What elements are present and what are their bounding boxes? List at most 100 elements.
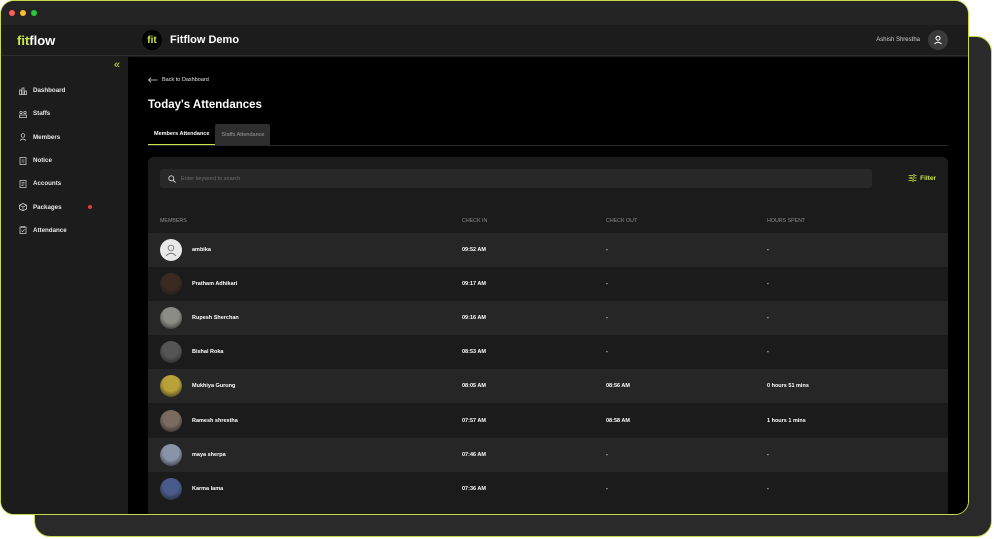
column-header-check-in[interactable]: CHECK IN	[462, 218, 606, 224]
back-label: Back to Dashboard	[162, 77, 209, 83]
member-name: Karma lama	[192, 485, 224, 492]
hours-spent-cell: 0 hours 51 mins	[767, 383, 809, 390]
org-name: Fitflow Demo	[170, 34, 240, 46]
attendance-icon	[19, 226, 27, 235]
hours-spent-cell: -	[767, 247, 769, 254]
search-input[interactable]	[181, 175, 481, 182]
user-menu[interactable]: Ashish Shrestha	[876, 30, 948, 50]
collapse-sidebar-icon[interactable]: «	[114, 59, 120, 71]
member-name: Mukhiya Gurung	[192, 383, 236, 390]
table-row[interactable]: Ramesh shrestha 07:57 AM 08:58 AM 1 hours 1…	[148, 403, 948, 438]
tab-staffs-attendance[interactable]: Staffs Attendance	[215, 124, 271, 145]
avatar[interactable]	[160, 239, 182, 262]
hours-spent-cell: -	[767, 451, 769, 458]
member-name: ambika	[192, 247, 211, 254]
user-name: Ashish Shrestha	[876, 37, 920, 43]
member-cell: Bishal Roka	[148, 341, 462, 364]
sidebar-item-label: Staffs	[33, 110, 51, 118]
check-in-cell: 08:53 AM	[462, 349, 486, 356]
sidebar-item-staffs[interactable]: Staffs	[1, 102, 128, 125]
avatar[interactable]	[160, 273, 182, 296]
arrow-left-icon	[148, 77, 158, 83]
check-out-cell: -	[606, 485, 608, 492]
tabs-divider	[148, 145, 948, 146]
column-header-check-out[interactable]: CHECK OUT	[606, 218, 767, 224]
page-title: Today's Attendances	[148, 99, 262, 111]
check-out-cell: 08:56 AM	[606, 383, 630, 390]
column-header-hours-spent[interactable]: HOURS SPENT	[767, 218, 948, 224]
app-window: fitflow fit Fitflow Demo Ashish Shrestha…	[0, 0, 969, 515]
table-row[interactable]: Rupesh Sherchan 09:16 AM - -	[148, 301, 948, 336]
table-row[interactable]: Bishal Roka 08:53 AM - -	[148, 335, 948, 370]
sidebar-item-notice[interactable]: Notice	[1, 149, 128, 172]
avatar[interactable]	[160, 443, 182, 466]
attendance-table-body: ambika 09:52 AM - - Pratham Adhikari 09:17 AM…	[148, 233, 948, 506]
chart-icon	[19, 87, 27, 95]
check-out-cell: -	[606, 315, 608, 322]
check-in-cell: 09:52 AM	[462, 247, 486, 254]
sidebar-item-label: Notice	[33, 157, 52, 165]
member-name: Pratham Adhikari	[192, 281, 238, 288]
minimize-window-button[interactable]	[20, 10, 26, 16]
member-name: Rupesh Sherchan	[192, 315, 239, 322]
table-row[interactable]: Pratham Adhikari 09:17 AM - -	[148, 267, 948, 302]
org-logo: fit	[142, 30, 162, 50]
check-in-cell: 08:05 AM	[462, 383, 486, 390]
accounts-icon	[19, 179, 27, 188]
sidebar-item-dashboard[interactable]: Dashboard	[1, 79, 128, 102]
table-row[interactable]: Karma lama 07:36 AM - -	[148, 471, 948, 506]
member-name: maya sherpa	[192, 451, 226, 458]
check-out-cell: -	[606, 451, 608, 458]
table-row[interactable]: ambika 09:52 AM - -	[148, 233, 948, 268]
hours-spent-cell: -	[767, 281, 769, 288]
member-name: Bishal Roka	[192, 349, 224, 356]
top-bar: fitflow fit Fitflow Demo Ashish Shrestha	[1, 25, 968, 56]
member-cell: ambika	[148, 239, 462, 262]
user-icon[interactable]	[928, 30, 948, 50]
sidebar-nav: Dashboard Staffs Members Notice Accounts…	[1, 79, 128, 242]
hours-spent-cell: -	[767, 315, 769, 322]
avatar[interactable]	[160, 341, 182, 364]
member-cell: Ramesh shrestha	[148, 409, 462, 432]
member-cell: Karma lama	[148, 477, 462, 500]
maximize-window-button[interactable]	[31, 10, 37, 16]
check-in-cell: 07:46 AM	[462, 451, 486, 458]
hours-spent-cell: 1 hours 1 mins	[767, 417, 806, 424]
notice-icon	[19, 156, 27, 165]
attendance-tabs: Members Attendance Staffs Attendance	[148, 124, 271, 145]
check-out-cell: 08:58 AM	[606, 417, 630, 424]
avatar[interactable]	[160, 409, 182, 432]
title-bar	[1, 1, 968, 25]
sidebar-item-label: Packages	[33, 203, 62, 211]
staff-icon	[19, 110, 27, 118]
sidebar-item-members[interactable]: Members	[1, 126, 128, 149]
brand-logo[interactable]: fitflow	[1, 33, 128, 48]
sidebar-item-label: Dashboard	[33, 87, 66, 95]
tab-members-attendance[interactable]: Members Attendance	[148, 124, 216, 145]
table-row[interactable]: maya sherpa 07:46 AM - -	[148, 437, 948, 472]
sidebar: « Dashboard Staffs Members Notice Accoun…	[1, 57, 128, 514]
sidebar-item-attendance[interactable]: Attendance	[1, 219, 128, 242]
member-cell: Mukhiya Gurung	[148, 375, 462, 398]
filter-button[interactable]: Filter	[908, 174, 936, 182]
member-name: Ramesh shrestha	[192, 417, 238, 424]
search-bar[interactable]	[160, 169, 872, 188]
org-header: fit Fitflow Demo	[142, 30, 239, 50]
package-icon	[19, 203, 27, 212]
sidebar-item-label: Accounts	[33, 180, 62, 188]
back-to-dashboard-link[interactable]: Back to Dashboard	[148, 77, 209, 83]
check-out-cell: -	[606, 349, 608, 356]
user-icon	[19, 133, 27, 141]
sidebar-item-accounts[interactable]: Accounts	[1, 172, 128, 195]
attendance-panel: Filter MEMBERS CHECK IN CHECK OUT HOURS …	[148, 157, 948, 514]
column-header-members[interactable]: MEMBERS	[148, 218, 462, 224]
avatar[interactable]	[160, 307, 182, 330]
table-row[interactable]: Mukhiya Gurung 08:05 AM 08:56 AM 0 hours 51…	[148, 369, 948, 404]
avatar[interactable]	[160, 375, 182, 398]
search-icon	[168, 174, 176, 183]
filter-label: Filter	[920, 174, 936, 182]
close-window-button[interactable]	[9, 10, 15, 16]
sidebar-item-packages[interactable]: Packages	[1, 195, 128, 218]
avatar[interactable]	[160, 477, 182, 500]
hours-spent-cell: -	[767, 485, 769, 492]
